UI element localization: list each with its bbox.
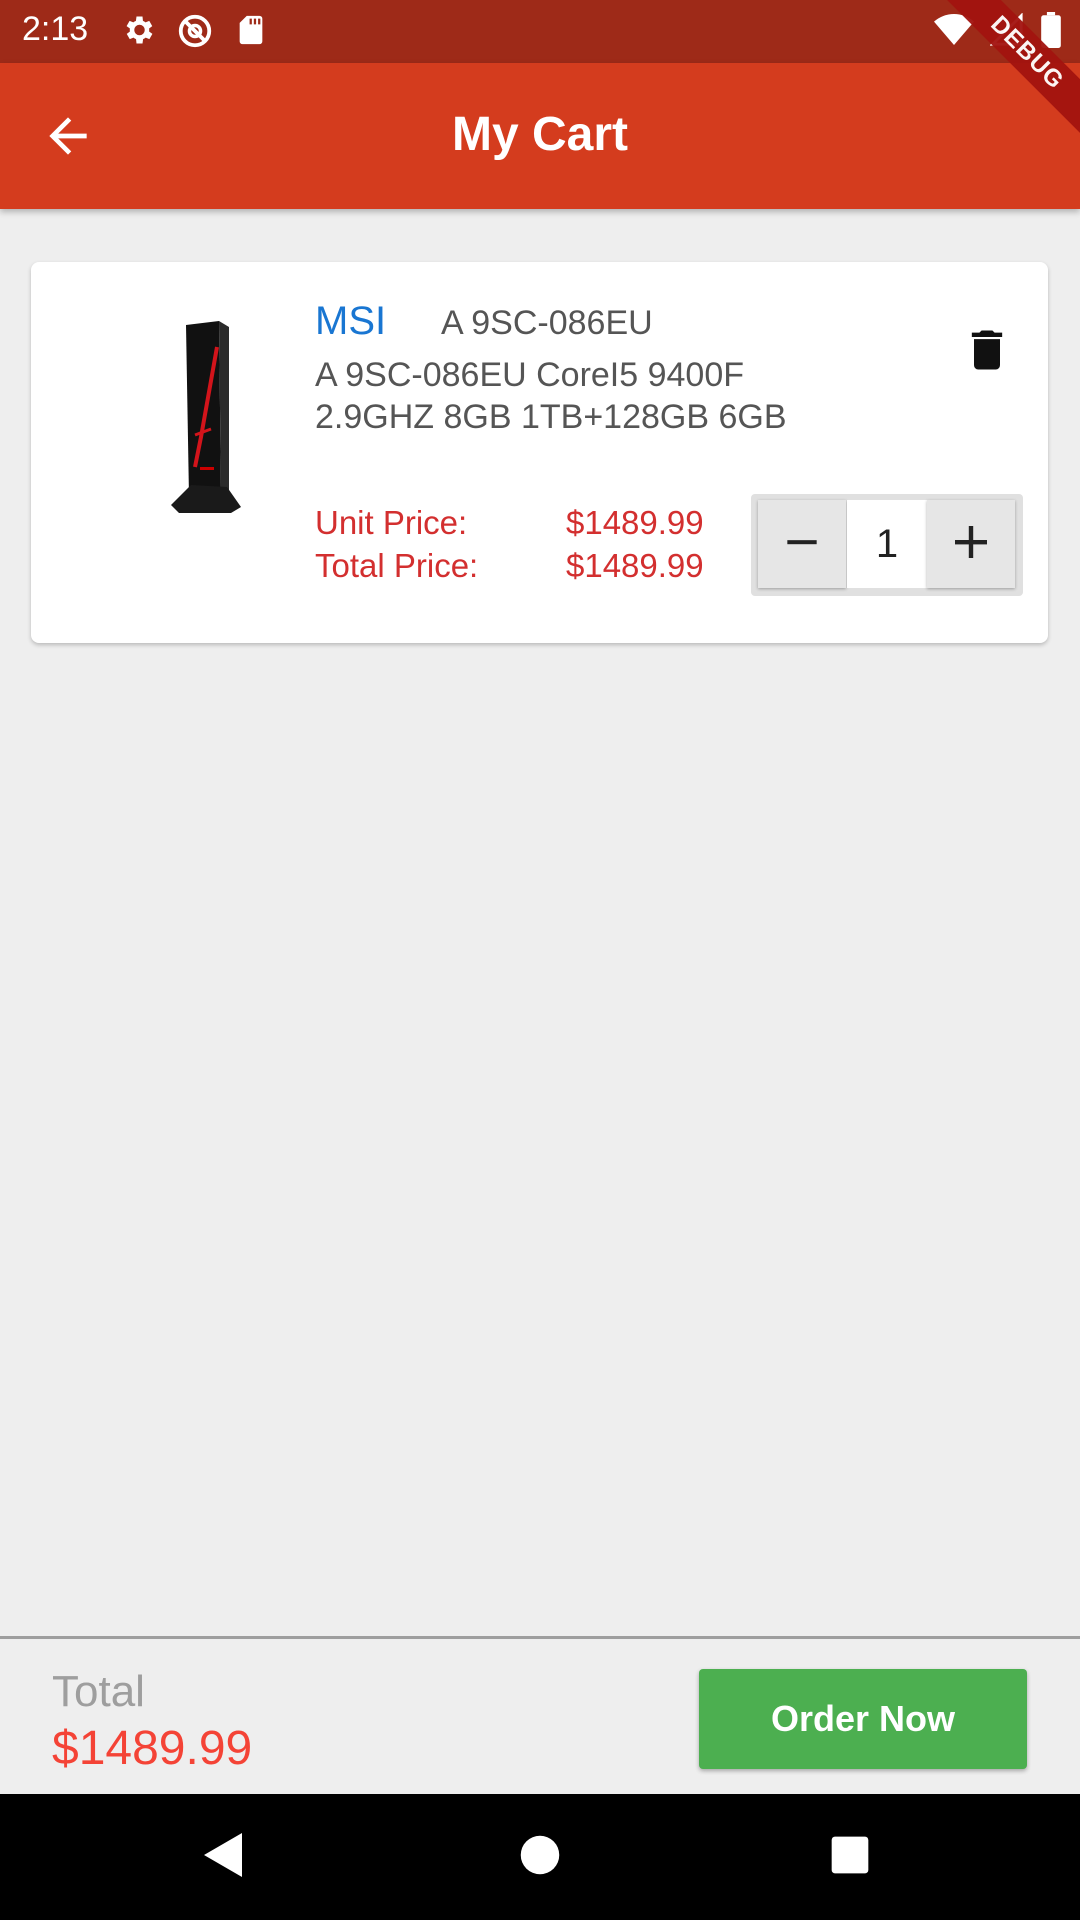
settings-icon <box>120 12 156 55</box>
nav-back-button[interactable] <box>194 1827 254 1887</box>
decrease-quantity-button[interactable] <box>758 500 846 588</box>
page-title: My Cart <box>451 108 629 161</box>
cart-item-card: MSI A 9SC-086EU A 9SC-086EU CoreI5 9400F… <box>31 262 1048 643</box>
back-triangle-icon <box>202 1831 246 1884</box>
home-circle-icon <box>519 1834 561 1881</box>
unit-price-value: $1489.99 <box>566 504 704 541</box>
total-value: $1489.99 <box>52 1722 253 1775</box>
total-price-value: $1489.99 <box>566 547 704 584</box>
increase-quantity-button[interactable] <box>927 500 1015 588</box>
unit-price-label: Unit Price: <box>315 504 468 541</box>
recents-square-icon <box>830 1835 870 1880</box>
order-now-button[interactable]: Order Now <box>699 1669 1027 1769</box>
total-label: Total <box>52 1667 145 1716</box>
app-bar: My Cart <box>0 63 1080 209</box>
product-description: A 9SC-086EU CoreI5 9400F 2.9GHZ 8GB 1TB+… <box>315 356 787 436</box>
total-price-label: Total Price: <box>315 547 479 584</box>
status-bar: 2:13 <box>0 0 1080 63</box>
sd-card-icon <box>234 12 268 55</box>
system-nav-bar <box>0 1794 1080 1920</box>
quantity-stepper: 1 <box>751 494 1023 596</box>
plus-icon <box>947 518 995 571</box>
nav-home-button[interactable] <box>510 1827 570 1887</box>
product-image <box>131 317 261 517</box>
quantity-value: 1 <box>847 500 927 588</box>
status-icons-left <box>120 12 268 55</box>
trash-icon <box>961 330 1013 380</box>
product-model: A 9SC-086EU <box>441 304 653 342</box>
delete-item-button[interactable] <box>961 324 1013 376</box>
minus-icon <box>780 520 824 569</box>
nav-recents-button[interactable] <box>820 1827 880 1887</box>
product-brand: MSI <box>315 299 387 343</box>
sync-icon <box>176 12 214 55</box>
checkout-bar: Total $1489.99 Order Now <box>0 1636 1080 1797</box>
status-time: 2:13 <box>22 10 89 48</box>
